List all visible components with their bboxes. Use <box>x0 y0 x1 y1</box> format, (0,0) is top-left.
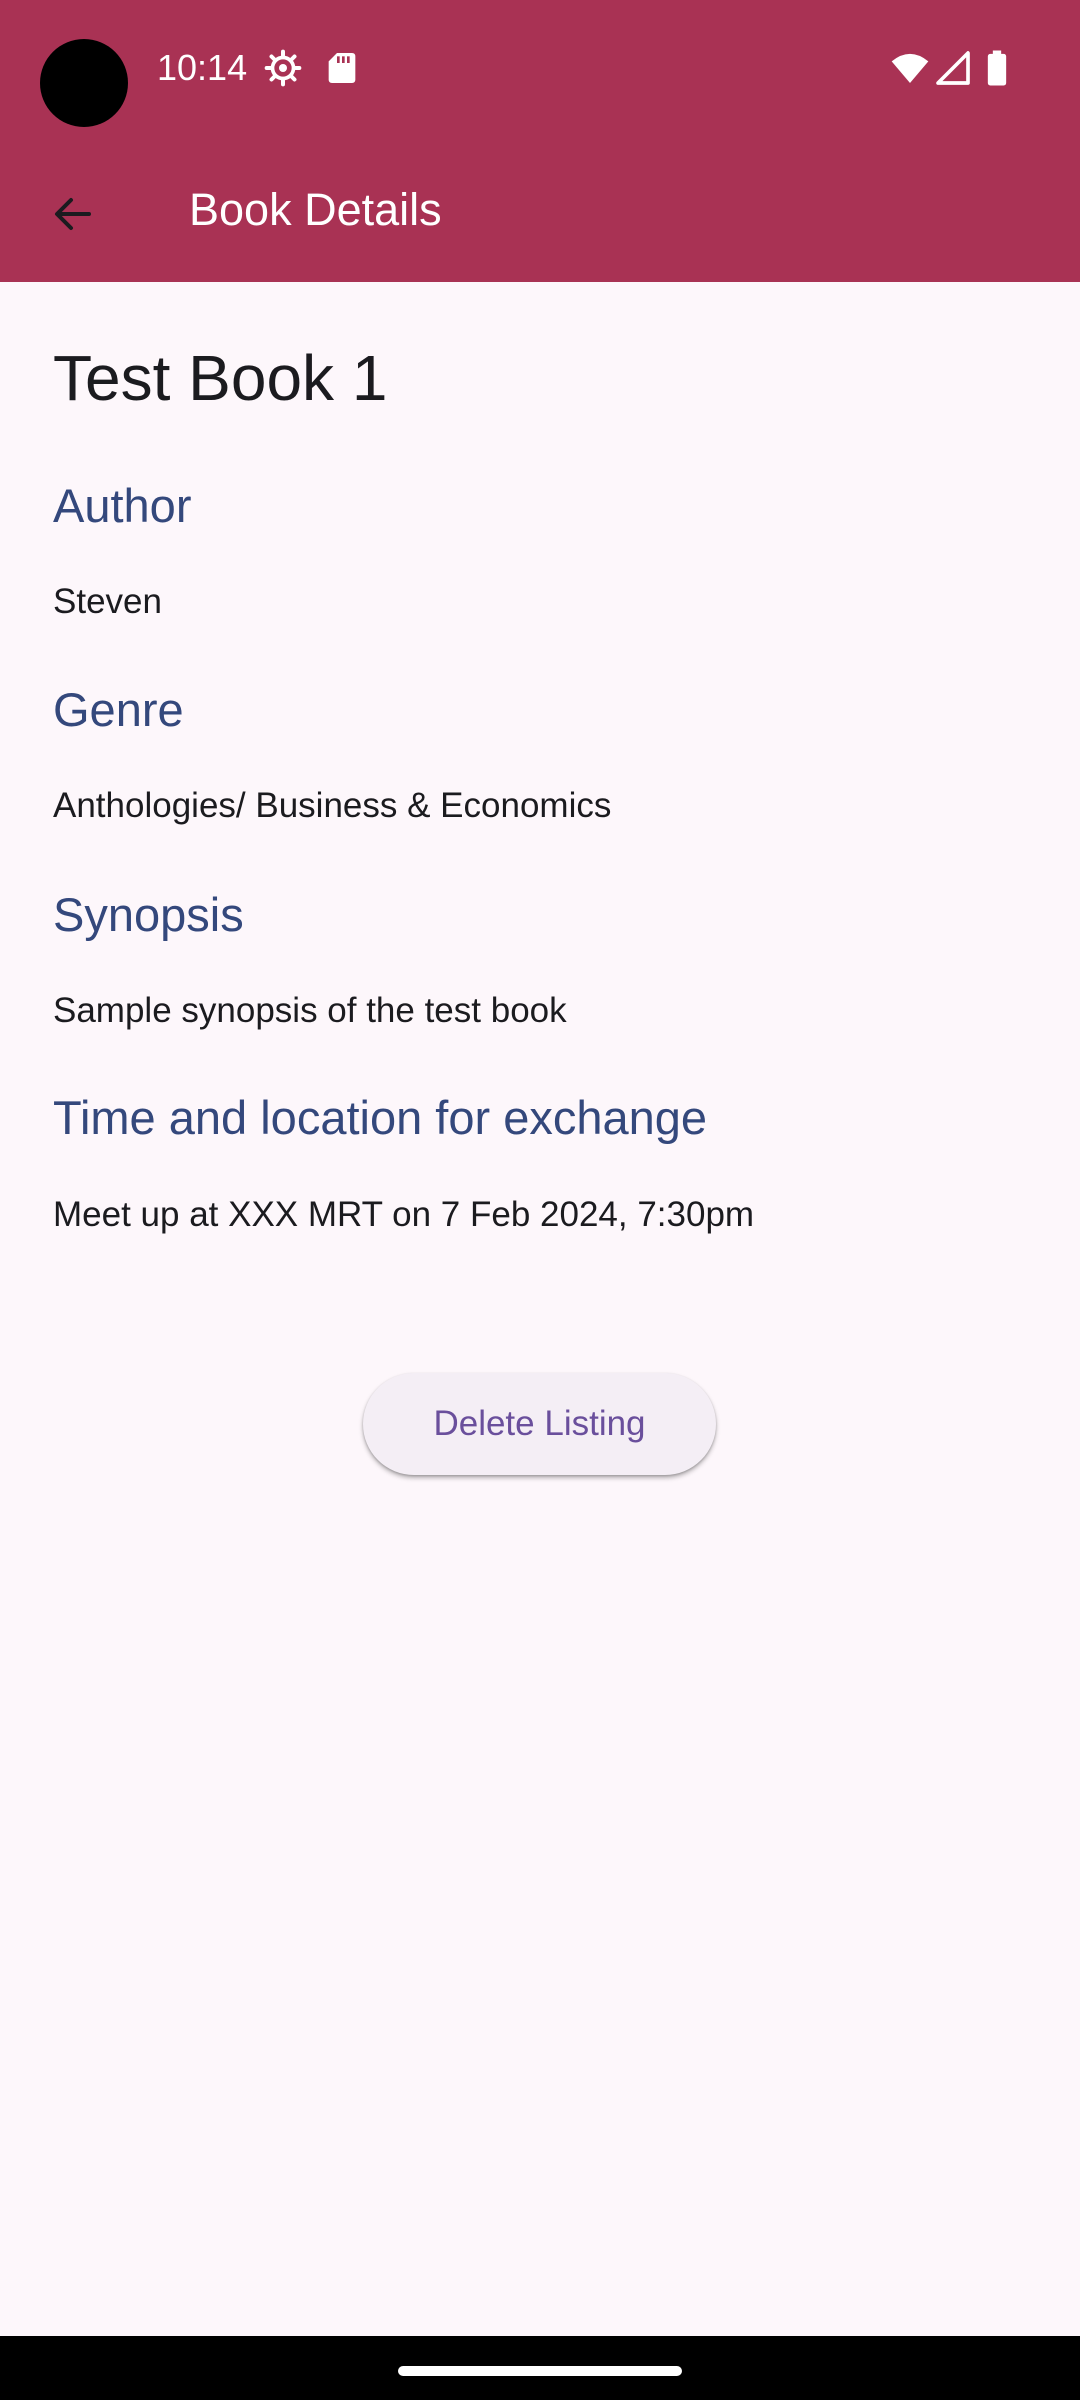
page-title: Book Details <box>189 184 442 235</box>
settings-gear-icon <box>263 48 303 88</box>
camera-cutout <box>40 39 128 127</box>
cellular-signal-icon <box>933 48 973 88</box>
genre-value: Anthologies/ Business & Economics <box>53 786 612 825</box>
genre-heading: Genre <box>53 683 184 736</box>
app-bar: Book Details <box>0 136 1080 282</box>
author-heading: Author <box>53 479 192 532</box>
synopsis-value: Sample synopsis of the test book <box>53 991 567 1030</box>
status-bar: 10:14 <box>0 0 1080 136</box>
header: 10:14 Book Details <box>0 0 1080 282</box>
battery-icon <box>977 48 1017 88</box>
status-time: 10:14 <box>157 47 248 88</box>
wifi-icon <box>888 48 932 88</box>
exchange-value: Meet up at XXX MRT on 7 Feb 2024, 7:30pm <box>53 1195 755 1234</box>
synopsis-heading: Synopsis <box>53 888 244 941</box>
navigation-bar <box>0 2336 1080 2400</box>
back-button[interactable] <box>30 171 116 257</box>
home-indicator[interactable] <box>398 2366 682 2376</box>
sd-card-icon <box>322 48 362 88</box>
exchange-heading: Time and location for exchange <box>53 1091 708 1144</box>
delete-listing-button[interactable]: Delete Listing <box>363 1373 716 1475</box>
book-title: Test Book 1 <box>53 342 388 414</box>
book-details-screen: 10:14 Book Details Test Book 1 Author St… <box>0 0 1080 2400</box>
author-value: Steven <box>53 582 162 621</box>
arrow-back-icon <box>49 190 97 238</box>
